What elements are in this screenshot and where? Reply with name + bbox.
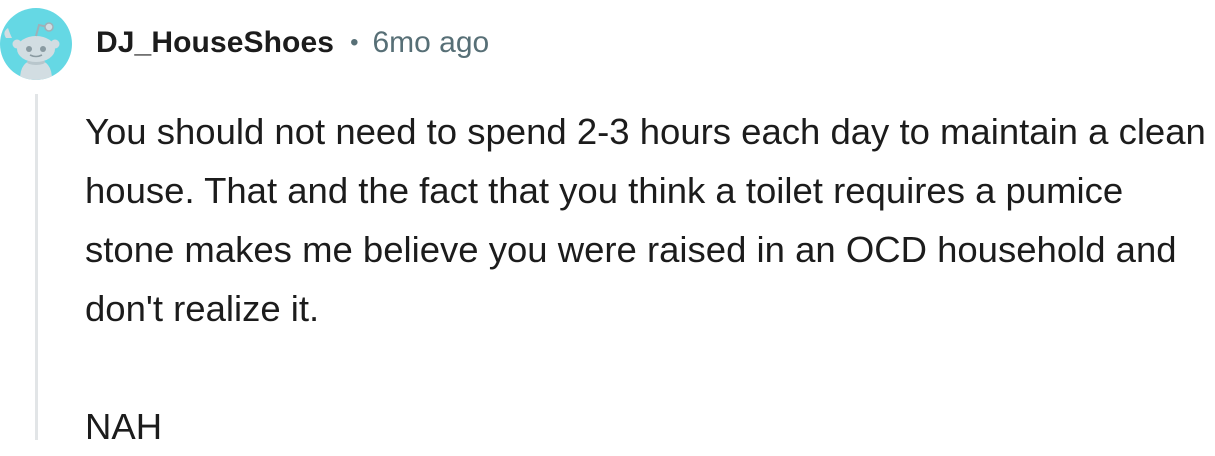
- comment-paragraph: NAH: [85, 406, 163, 447]
- reddit-snoo-avatar-icon: [0, 8, 72, 80]
- comment: DJ_HouseShoes • 6mo ago You should not n…: [0, 0, 1215, 447]
- username-link[interactable]: DJ_HouseShoes: [96, 26, 334, 60]
- meta-separator: •: [350, 29, 359, 56]
- comment-header: DJ_HouseShoes • 6mo ago: [96, 21, 489, 65]
- comment-body: You should not need to spend 2-3 hours e…: [85, 102, 1210, 456]
- comment-paragraph: You should not need to spend 2-3 hours e…: [85, 111, 1206, 329]
- thread-collapse-line[interactable]: [35, 94, 38, 440]
- comment-timestamp[interactable]: 6mo ago: [372, 26, 489, 60]
- user-avatar[interactable]: [0, 8, 72, 80]
